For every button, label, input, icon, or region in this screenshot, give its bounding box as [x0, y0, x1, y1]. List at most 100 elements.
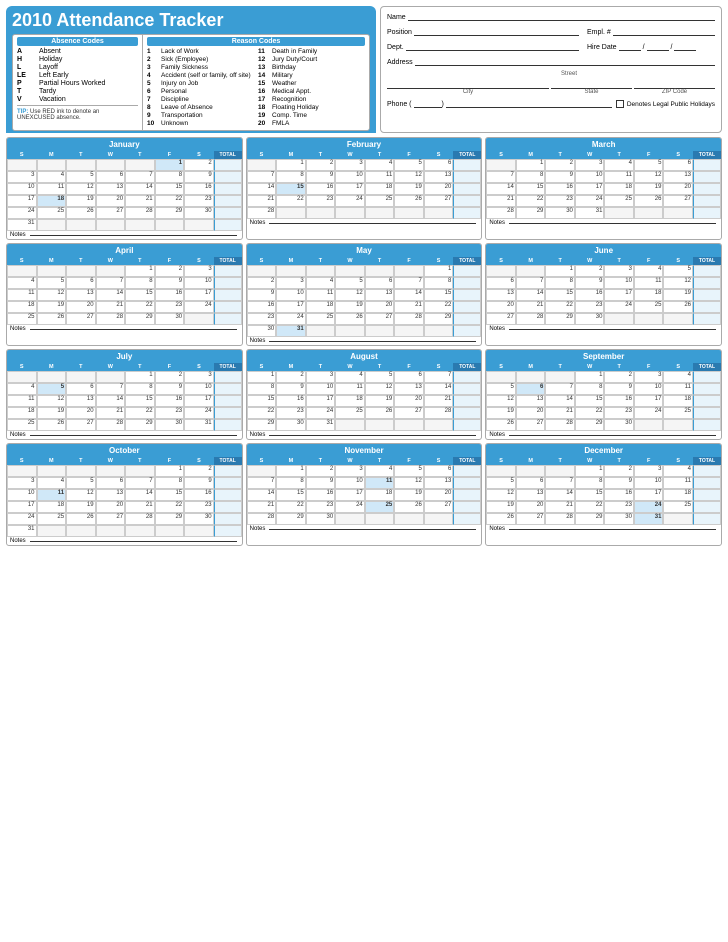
cal-cell[interactable]: 20 — [486, 301, 516, 313]
cal-cell[interactable]: 16 — [306, 489, 336, 501]
name-line[interactable] — [408, 11, 715, 21]
cal-cell[interactable]: 18 — [604, 183, 634, 195]
cal-cell[interactable]: 13 — [365, 289, 395, 301]
cal-cell[interactable]: 3 — [276, 277, 306, 289]
cal-cell[interactable]: 13 — [516, 395, 546, 407]
cal-cell[interactable]: 28 — [125, 513, 155, 525]
cal-cell[interactable]: 8 — [125, 277, 155, 289]
cal-cell[interactable]: 20 — [96, 195, 126, 207]
cal-cell[interactable]: 7 — [247, 171, 277, 183]
cal-cell[interactable]: 30 — [306, 513, 336, 525]
total-cell-week-0[interactable] — [453, 265, 481, 277]
cal-cell[interactable]: 31 — [276, 325, 306, 337]
cal-cell[interactable]: 25 — [37, 513, 67, 525]
cal-cell[interactable]: 2 — [276, 371, 306, 383]
cal-cell[interactable]: 5 — [486, 383, 516, 395]
cal-cell[interactable]: 17 — [276, 301, 306, 313]
cal-cell[interactable]: 9 — [184, 477, 214, 489]
cal-cell[interactable]: 25 — [663, 501, 693, 513]
cal-cell[interactable]: 20 — [365, 301, 395, 313]
cal-cell[interactable] — [516, 265, 546, 277]
cal-cell[interactable] — [663, 419, 693, 431]
cal-cell[interactable]: 16 — [604, 489, 634, 501]
cal-cell[interactable]: 20 — [424, 183, 454, 195]
cal-cell[interactable]: 1 — [516, 159, 546, 171]
cal-cell[interactable]: 7 — [516, 277, 546, 289]
cal-cell[interactable]: 10 — [575, 171, 605, 183]
cal-cell[interactable]: 12 — [394, 171, 424, 183]
cal-cell[interactable]: 1 — [125, 265, 155, 277]
cal-cell[interactable]: 10 — [335, 171, 365, 183]
cal-cell[interactable]: 7 — [125, 477, 155, 489]
cal-cell[interactable]: 25 — [37, 207, 67, 219]
cal-cell[interactable]: 30 — [604, 513, 634, 525]
cal-cell[interactable]: 13 — [96, 183, 126, 195]
total-cell-week-2[interactable] — [214, 183, 242, 195]
cal-cell[interactable]: 12 — [66, 489, 96, 501]
total-cell-week-3[interactable] — [693, 407, 721, 419]
total-cell-week-3[interactable] — [453, 501, 481, 513]
cal-cell[interactable]: 31 — [575, 207, 605, 219]
notes-line[interactable] — [509, 223, 716, 224]
cal-cell[interactable]: 20 — [66, 301, 96, 313]
total-cell-week-1[interactable] — [693, 383, 721, 395]
cal-cell[interactable]: 17 — [634, 489, 664, 501]
cal-cell[interactable]: 7 — [424, 371, 454, 383]
cal-cell[interactable] — [96, 219, 126, 231]
cal-cell[interactable]: 26 — [335, 313, 365, 325]
cal-cell[interactable] — [394, 265, 424, 277]
cal-cell[interactable]: 6 — [96, 171, 126, 183]
cal-cell[interactable]: 28 — [424, 407, 454, 419]
cal-cell[interactable]: 6 — [66, 383, 96, 395]
cal-cell[interactable] — [66, 159, 96, 171]
cal-cell[interactable]: 26 — [37, 419, 67, 431]
cal-cell[interactable] — [7, 265, 37, 277]
cal-cell[interactable]: 15 — [276, 489, 306, 501]
cal-cell[interactable]: 1 — [155, 465, 185, 477]
cal-cell[interactable]: 4 — [306, 277, 336, 289]
cal-cell[interactable]: 3 — [634, 371, 664, 383]
cal-cell[interactable]: 9 — [604, 477, 634, 489]
total-cell-week-1[interactable] — [453, 477, 481, 489]
cal-cell[interactable]: 15 — [155, 183, 185, 195]
cal-cell[interactable]: 2 — [184, 159, 214, 171]
cal-cell[interactable]: 12 — [66, 183, 96, 195]
cal-cell[interactable]: 15 — [125, 289, 155, 301]
cal-cell[interactable] — [276, 207, 306, 219]
cal-cell[interactable]: 21 — [96, 301, 126, 313]
cal-cell[interactable] — [394, 419, 424, 431]
cal-cell[interactable]: 19 — [66, 501, 96, 513]
cal-cell[interactable]: 24 — [634, 501, 664, 513]
cal-cell[interactable]: 17 — [604, 289, 634, 301]
cal-cell[interactable]: 18 — [306, 301, 336, 313]
total-cell-week-3[interactable] — [693, 301, 721, 313]
cal-cell[interactable]: 5 — [66, 171, 96, 183]
cal-cell[interactable]: 30 — [575, 313, 605, 325]
cal-cell[interactable]: 11 — [7, 289, 37, 301]
cal-cell[interactable]: 5 — [37, 383, 67, 395]
cal-cell[interactable]: 25 — [335, 407, 365, 419]
cal-cell[interactable] — [37, 465, 67, 477]
cal-cell[interactable]: 4 — [7, 383, 37, 395]
cal-cell[interactable] — [66, 265, 96, 277]
cal-cell[interactable]: 5 — [394, 159, 424, 171]
total-cell-week-1[interactable] — [693, 171, 721, 183]
cal-cell[interactable]: 6 — [66, 277, 96, 289]
cal-cell[interactable]: 23 — [545, 195, 575, 207]
empl-line[interactable] — [613, 26, 715, 36]
cal-cell[interactable]: 12 — [37, 395, 67, 407]
city-line[interactable] — [387, 79, 549, 89]
cal-cell[interactable]: 18 — [365, 489, 395, 501]
cal-cell[interactable]: 8 — [575, 383, 605, 395]
cal-cell[interactable] — [276, 265, 306, 277]
cal-cell[interactable]: 26 — [486, 419, 516, 431]
cal-cell[interactable]: 22 — [424, 301, 454, 313]
total-cell-week-3[interactable] — [214, 195, 242, 207]
cal-cell[interactable]: 16 — [306, 183, 336, 195]
hire-date-yy[interactable] — [674, 41, 696, 51]
total-cell-week-2[interactable] — [453, 289, 481, 301]
cal-cell[interactable]: 15 — [545, 289, 575, 301]
total-cell-week-2[interactable] — [693, 289, 721, 301]
notes-line[interactable] — [30, 329, 237, 330]
cal-cell[interactable]: 1 — [155, 159, 185, 171]
